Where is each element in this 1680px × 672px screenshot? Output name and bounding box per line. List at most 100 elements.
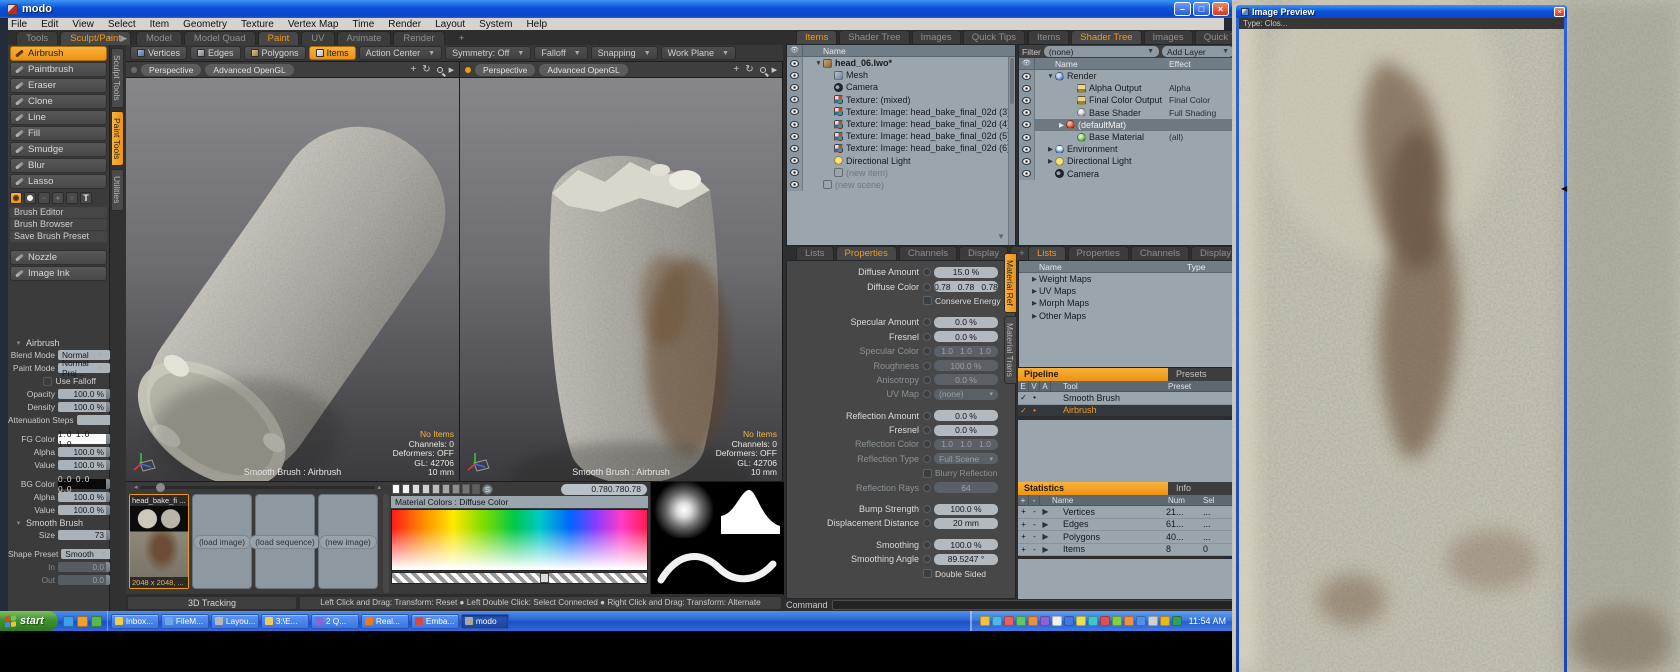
hue-gradient-area[interactable] [391,509,648,571]
eye-cell[interactable] [787,167,803,179]
window-titlebar[interactable]: modo – □ × [0,0,1232,18]
panel-tab[interactable]: Properties [1068,246,1129,260]
eye-cell[interactable] [787,106,803,118]
shape-preset-select[interactable]: Smooth▼ [61,549,113,559]
property-field[interactable]: 100.0 % [934,539,998,550]
new-image-slot[interactable]: (new image) [318,494,378,589]
material-subtab[interactable]: Material Ref [1004,253,1017,313]
bg-value-field[interactable]: 100.0 % [58,505,110,515]
select-plus-button[interactable]: + [1018,520,1029,529]
channel-knob-icon[interactable] [923,347,931,355]
list-expand-icon[interactable]: ▼ [997,232,1005,241]
command-input[interactable] [832,600,1238,610]
eye-cell[interactable] [787,179,803,191]
panel-tab[interactable]: Properties [836,246,897,260]
pipeline-row[interactable]: ✓ • Airbrush [1018,405,1238,418]
deselect-minus-button[interactable]: - [1029,507,1040,516]
eye-cell[interactable] [1019,131,1035,143]
brush-link[interactable]: Save Brush Preset [10,231,107,242]
fg-alpha-field[interactable]: 100.0 % [58,447,110,457]
item-row[interactable]: Mesh [787,69,1015,81]
start-button[interactable]: start [0,611,58,631]
panel-tab[interactable]: Items [796,30,837,44]
workspace-tab[interactable]: Tools [16,31,58,45]
workspace-tab[interactable]: UV [301,31,334,45]
menu-item[interactable]: Vertex Map [281,19,346,30]
preview-type-header[interactable]: Type: Clos... [1239,18,1564,29]
image-thumbnail-selected[interactable]: head_bake_fi ... 2048 x 2048, ... [129,494,189,589]
tray-icon[interactable] [1064,616,1074,626]
channel-knob-icon[interactable] [923,362,931,370]
view-mode-button[interactable]: Perspective [475,64,535,76]
tray-icon[interactable] [1124,616,1134,626]
channel-knob-icon[interactable] [923,318,931,326]
color-swatch[interactable] [432,484,440,494]
panel-tab[interactable]: Channels [899,246,957,260]
panel-tab[interactable]: Images [1144,30,1193,44]
property-field[interactable]: 0.0 % [934,410,998,421]
quick-launch-icon[interactable] [91,616,102,627]
twisty-icon[interactable]: ▼ [814,60,823,67]
opacity-field[interactable]: 100.0 % [58,389,110,399]
toolbar-dropdown[interactable]: Falloff▼ [534,46,587,60]
menu-item[interactable]: Layout [428,19,472,30]
color-swatch[interactable] [412,484,420,494]
color-swatch[interactable] [472,484,480,494]
toolbar-dropdown[interactable]: Snapping▼ [591,46,658,60]
checkbox[interactable] [923,296,932,305]
item-row[interactable]: Directional Light [787,155,1015,167]
menu-item[interactable]: File [4,19,34,30]
property-field[interactable]: 1.0 1.0 1.0 [934,346,998,357]
tool-button[interactable]: Line [10,110,107,125]
density-field[interactable]: 100.0 % [58,402,110,412]
tray-icon[interactable] [980,616,990,626]
color-swatch[interactable] [452,484,460,494]
slider-arrow-icon[interactable]: ◂ [134,483,138,491]
task-button[interactable]: Emba... [411,614,459,629]
checkbox[interactable] [923,469,932,478]
tray-icon[interactable] [1052,616,1062,626]
tray-icon[interactable] [1100,616,1110,626]
property-field[interactable]: 0.0 % [934,374,998,385]
workspace-tab[interactable]: Paint [258,31,300,45]
pipeline-row[interactable]: ✓ • Smooth Brush [1018,392,1238,405]
mode-button[interactable]: Items [309,46,356,60]
property-field[interactable]: 1.0 1.0 1.0 [934,439,998,450]
menu-item[interactable]: Texture [234,19,281,30]
slider-arrow-icon[interactable]: ▴ [377,483,381,491]
tray-icon[interactable] [1028,616,1038,626]
channel-knob-icon[interactable] [923,333,931,341]
star-tip-button[interactable]: ✦ [52,192,64,204]
property-field[interactable]: Blurry Reflection [935,468,997,479]
item-row[interactable]: Texture: Image: head_bake_final_02d (3) [787,106,1015,118]
quick-launch-icon[interactable] [63,616,74,627]
tray-icon[interactable] [1004,616,1014,626]
item-row[interactable]: (new item) [787,167,1015,179]
workspace-tab[interactable]: Render [393,31,444,45]
panel-tab[interactable]: Shader Tree [839,30,909,44]
info-tab[interactable]: Info [1168,482,1238,495]
soft-tip-button[interactable] [10,192,22,204]
brush-size-field[interactable]: 73 [58,530,110,540]
toolbar-dropdown[interactable]: Action Center▼ [359,46,442,60]
item-row[interactable]: Texture: Image: head_bake_final_02d (6) [787,142,1015,154]
select-plus-button[interactable]: + [1018,507,1029,516]
deselect-minus-button[interactable]: - [1029,545,1040,554]
tool-button[interactable]: Image Ink [10,266,107,281]
tray-icon[interactable] [1040,616,1050,626]
shader-row[interactable]: Base Material (all) [1019,131,1237,143]
item-row[interactable]: ▼ head_06.lwo* [787,57,1015,69]
eye-cell[interactable] [1019,82,1035,94]
statistics-row[interactable]: + - ▶ Vertices 21... ... [1018,506,1238,519]
menu-item[interactable]: Edit [34,19,65,30]
alpha-handle[interactable] [540,573,549,583]
statistics-row[interactable]: + - ▶ Edges 61... ... [1018,519,1238,532]
property-field[interactable]: 0.0 % [934,331,998,342]
panel-tab[interactable]: Display [959,246,1008,260]
twisty-icon[interactable]: ▶ [1046,157,1055,165]
color-swatch[interactable] [442,484,450,494]
property-field[interactable]: 20 mm [934,518,998,529]
restore-button[interactable]: □ [1193,2,1210,16]
filter-select[interactable]: (none)▼ [1044,46,1159,57]
property-field[interactable]: (none) [934,389,998,400]
